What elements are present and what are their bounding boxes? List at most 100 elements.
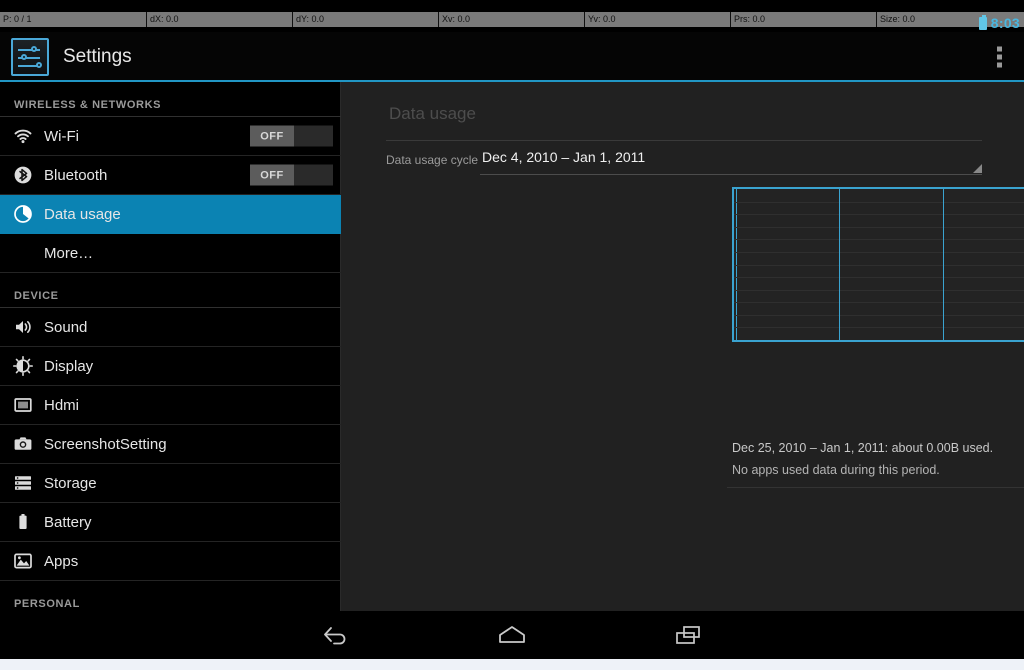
cycle-label: Data usage cycle <box>386 153 479 167</box>
chart-plot-area[interactable] <box>732 187 1024 342</box>
section-header-label: PERSONAL <box>14 598 80 610</box>
battery-icon <box>10 511 36 533</box>
page-title: Settings <box>63 46 132 67</box>
pointer-field-1: dX: 0.0 <box>146 12 292 27</box>
no-apps-message: No apps used data during this period. <box>732 463 940 477</box>
status-bar: P: 0 / 1 dX: 0.0 dY: 0.0 Xv: 0.0 Yv: 0.0 Prs:… <box>0 0 1024 32</box>
chart-gridline <box>734 252 1024 253</box>
chart-gridline <box>734 265 1024 266</box>
apps-image-icon <box>14 553 32 569</box>
settings-sliders-icon <box>11 38 49 76</box>
cycle-value[interactable]: Dec 4, 2010 – Jan 1, 2011 <box>482 149 645 165</box>
display-brightness-icon <box>10 355 36 377</box>
toggle-thumb: OFF <box>250 164 294 186</box>
content-area: WIRELESS & NETWORKS Wi-Fi OFF Bluetooth OFF D… <box>0 82 1024 611</box>
system-navigation-bar[interactable] <box>0 611 1024 659</box>
overflow-menu-icon[interactable] <box>991 41 1008 74</box>
storage-icon <box>10 472 36 494</box>
sidebar-item-data-usage[interactable]: Data usage <box>0 195 341 234</box>
pointer-field-5: Prs: 0.0 <box>730 12 876 27</box>
toggle-switch[interactable]: OFF <box>250 164 333 186</box>
sidebar-item-display[interactable]: Display <box>0 347 341 386</box>
section-header-label: DEVICE <box>14 290 59 302</box>
display-brightness-icon <box>13 356 33 376</box>
sidebar-section-header: PERSONAL <box>0 581 341 611</box>
page-bottom-strip <box>0 659 1024 670</box>
sidebar-item-label: More… <box>44 244 94 262</box>
data-usage-pie-icon <box>10 203 36 225</box>
status-bar-right: 8:03 <box>978 14 1020 32</box>
data-usage-panel: Data usage Data usage cycle Dec 4, 2010 … <box>341 82 1024 611</box>
chart-gridline <box>734 315 1024 316</box>
sidebar-item-label: Display <box>44 357 94 375</box>
home-icon <box>499 626 525 643</box>
hdmi-monitor-icon <box>14 398 32 412</box>
back-button[interactable] <box>308 615 364 655</box>
sidebar-item-sound[interactable]: Sound <box>0 308 341 347</box>
sidebar-item-label: Apps <box>44 552 79 570</box>
sidebar-item-more[interactable]: More… <box>0 234 341 273</box>
home-button[interactable] <box>484 615 540 655</box>
sidebar-item-storage[interactable]: Storage <box>0 464 341 503</box>
usage-summary-line: Dec 25, 2010 – Jan 1, 2011: about 0.00B … <box>732 441 994 455</box>
sidebar-item-label: Battery <box>44 513 92 531</box>
back-arrow-icon <box>324 627 346 645</box>
sidebar-item-bluetooth[interactable]: Bluetooth OFF <box>0 156 341 195</box>
wifi-icon <box>14 129 32 144</box>
data-usage-chart[interactable] <box>732 187 1024 342</box>
chart-gridline <box>734 214 1024 215</box>
chart-gridline <box>734 277 1024 278</box>
chart-gridline <box>734 202 1024 203</box>
action-bar: Settings <box>0 32 1024 82</box>
section-header-label: WIRELESS & NETWORKS <box>14 99 162 111</box>
data-usage-cycle-row[interactable]: Data usage cycle Dec 4, 2010 – Jan 1, 20… <box>386 144 982 176</box>
android-settings-screen: P: 0 / 1 dX: 0.0 dY: 0.0 Xv: 0.0 Yv: 0.0 Prs:… <box>0 0 1024 670</box>
dropdown-caret-icon[interactable] <box>973 164 982 173</box>
sidebar-item-label: Wi-Fi <box>44 127 79 145</box>
sidebar-item-label: Storage <box>44 474 97 492</box>
sidebar-item-wi-fi[interactable]: Wi-Fi OFF <box>0 117 341 156</box>
pointer-field-0: P: 0 / 1 <box>3 14 32 24</box>
sidebar-item-label: Data usage <box>44 205 121 223</box>
status-clock: 8:03 <box>990 15 1020 31</box>
toggle-state-label: OFF <box>260 169 284 181</box>
toggle-switch[interactable]: OFF <box>250 125 333 147</box>
bluetooth-icon <box>14 166 32 184</box>
settings-sidebar[interactable]: WIRELESS & NETWORKS Wi-Fi OFF Bluetooth OFF D… <box>0 82 341 611</box>
sidebar-item-apps[interactable]: Apps <box>0 542 341 581</box>
sidebar-section-header: DEVICE <box>0 273 341 308</box>
chart-week-divider <box>943 189 944 340</box>
pointer-field-4: Yv: 0.0 <box>584 12 730 27</box>
toggle-thumb: OFF <box>250 125 294 147</box>
camera-icon <box>14 437 32 450</box>
data-usage-pie-icon <box>14 205 32 223</box>
sidebar-item-label: ScreenshotSetting <box>44 435 167 453</box>
sidebar-item-label: Hdmi <box>44 396 80 414</box>
recents-icon <box>676 626 700 644</box>
chart-gridline <box>734 327 1024 328</box>
sidebar-item-screenshotsetting[interactable]: ScreenshotSetting <box>0 425 341 464</box>
chart-week-divider <box>839 189 840 340</box>
sound-speaker-icon <box>16 321 31 333</box>
panel-rule-bottom <box>727 487 1024 488</box>
recents-button[interactable] <box>660 615 716 655</box>
chart-gridline <box>734 302 1024 303</box>
storage-icon <box>15 476 31 490</box>
sidebar-item-hdmi[interactable]: Hdmi <box>0 386 341 425</box>
chart-gridline <box>734 239 1024 240</box>
toggle-state-label: OFF <box>260 130 284 142</box>
cycle-underline <box>480 174 982 175</box>
sidebar-item-battery[interactable]: Battery <box>0 503 341 542</box>
chart-gridline <box>734 227 1024 228</box>
camera-icon <box>10 433 36 455</box>
battery-icon <box>978 14 987 30</box>
apps-image-icon <box>10 550 36 572</box>
sidebar-section-header: WIRELESS & NETWORKS <box>0 82 341 117</box>
sidebar-item-label: Bluetooth <box>44 166 108 184</box>
pointer-field-3: Xv: 0.0 <box>438 12 584 27</box>
wifi-icon <box>10 125 36 147</box>
hdmi-monitor-icon <box>10 394 36 416</box>
bluetooth-icon <box>10 164 36 186</box>
sound-speaker-icon <box>10 316 36 338</box>
panel-rule-top <box>386 140 982 141</box>
